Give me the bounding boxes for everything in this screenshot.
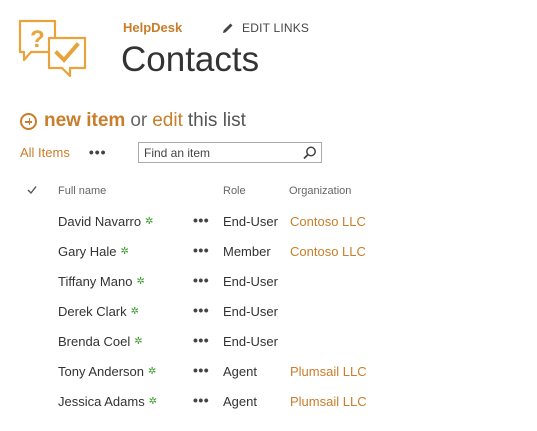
list-row[interactable]: David Navarro ✲ ••• End-User Contoso LLC xyxy=(0,206,537,236)
full-name-cell[interactable]: David Navarro ✲ xyxy=(58,214,153,229)
full-name-text[interactable]: David Navarro xyxy=(58,214,141,229)
role-cell: End-User xyxy=(223,274,278,289)
pencil-icon xyxy=(223,23,233,33)
row-menu-button[interactable]: ••• xyxy=(193,362,209,378)
full-name-text[interactable]: Jessica Adams xyxy=(58,394,145,409)
view-all-items[interactable]: All Items xyxy=(20,145,70,160)
row-menu-button[interactable]: ••• xyxy=(193,302,209,318)
role-cell: End-User xyxy=(223,304,278,319)
new-item-icon: ✲ xyxy=(145,216,154,227)
full-name-text[interactable]: Gary Hale xyxy=(58,244,117,259)
or-text: or xyxy=(130,110,148,131)
row-menu-button[interactable]: ••• xyxy=(193,272,209,288)
organization-link[interactable]: Plumsail LLC xyxy=(290,364,367,379)
organization-link[interactable]: Plumsail LLC xyxy=(290,394,367,409)
list-row[interactable]: Tiffany Mano ✲ ••• End-User xyxy=(0,266,537,296)
new-item-icon: ✲ xyxy=(120,246,129,257)
full-name-cell[interactable]: Jessica Adams ✲ xyxy=(58,394,157,409)
new-item-icon: ✲ xyxy=(130,306,140,317)
full-name-text[interactable]: Brenda Coel xyxy=(58,334,130,349)
view-more-button[interactable]: ••• xyxy=(89,144,107,160)
edit-list-link[interactable]: edit xyxy=(152,110,183,132)
list-row[interactable]: Tony Anderson ✲ ••• Agent Plumsail LLC xyxy=(0,356,537,386)
organization-link[interactable]: Contoso LLC xyxy=(290,244,366,259)
full-name-cell[interactable]: Gary Hale ✲ xyxy=(58,244,129,259)
select-all-checkmark-icon[interactable] xyxy=(27,185,37,195)
role-cell: Agent xyxy=(223,394,257,409)
organization-link[interactable]: Contoso LLC xyxy=(290,214,366,229)
helpdesk-logo[interactable]: ? xyxy=(17,18,89,80)
full-name-text[interactable]: Derek Clark xyxy=(58,304,127,319)
list-command-bar: new item or edit this list xyxy=(20,110,246,132)
full-name-cell[interactable]: Tony Anderson ✲ xyxy=(58,364,156,379)
search-icon[interactable] xyxy=(303,146,317,160)
role-cell: End-User xyxy=(223,214,278,229)
edit-links-label: EDIT LINKS xyxy=(242,21,310,35)
site-title-link[interactable]: HelpDesk xyxy=(123,20,182,35)
role-cell: End-User xyxy=(223,334,278,349)
row-menu-button[interactable]: ••• xyxy=(193,212,209,228)
full-name-cell[interactable]: Tiffany Mano ✲ xyxy=(58,274,145,289)
column-header-role[interactable]: Role xyxy=(223,185,246,197)
row-menu-button[interactable]: ••• xyxy=(193,242,209,258)
new-item-link[interactable]: new item xyxy=(44,110,125,132)
this-list-text: this list xyxy=(187,110,246,131)
page-title: Contacts xyxy=(121,40,260,79)
row-menu-button[interactable]: ••• xyxy=(193,332,209,348)
contacts-list: David Navarro ✲ ••• End-User Contoso LLC … xyxy=(0,206,537,416)
list-row[interactable]: Brenda Coel ✲ ••• End-User xyxy=(0,326,537,356)
row-menu-button[interactable]: ••• xyxy=(193,392,209,408)
role-cell: Agent xyxy=(223,364,257,379)
edit-links-button[interactable]: EDIT LINKS xyxy=(222,21,309,35)
add-circle-icon[interactable] xyxy=(20,112,37,130)
list-row[interactable]: Gary Hale ✲ ••• Member Contoso LLC xyxy=(0,236,537,266)
full-name-cell[interactable]: Derek Clark ✲ xyxy=(58,304,139,319)
list-row[interactable]: Derek Clark ✲ ••• End-User xyxy=(0,296,537,326)
new-item-icon: ✲ xyxy=(148,396,158,407)
full-name-cell[interactable]: Brenda Coel ✲ xyxy=(58,334,143,349)
full-name-text[interactable]: Tony Anderson xyxy=(58,364,144,379)
column-header-full-name[interactable]: Full name xyxy=(58,185,106,197)
new-item-icon: ✲ xyxy=(136,276,145,287)
view-selector: All Items ••• xyxy=(20,144,107,160)
list-header: Full name Role Organization xyxy=(0,185,537,199)
new-item-icon: ✲ xyxy=(148,366,157,377)
svg-text:?: ? xyxy=(30,26,45,53)
column-header-organization[interactable]: Organization xyxy=(289,185,351,197)
search-input[interactable] xyxy=(139,145,294,160)
list-row[interactable]: Jessica Adams ✲ ••• Agent Plumsail LLC xyxy=(0,386,537,416)
role-cell: Member xyxy=(223,244,271,259)
search-box xyxy=(138,142,322,163)
full-name-text[interactable]: Tiffany Mano xyxy=(58,274,132,289)
new-item-icon: ✲ xyxy=(134,336,143,347)
